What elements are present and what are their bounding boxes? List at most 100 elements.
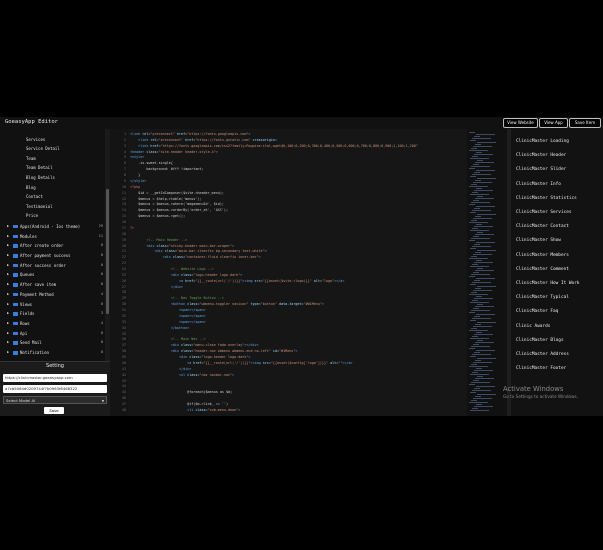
code-line[interactable]: <style> [130, 155, 144, 159]
caret-right-icon[interactable]: ▶ [7, 270, 9, 280]
code-line[interactable]: <?php [130, 185, 140, 189]
component-item[interactable]: ClinicMaster Slider [516, 167, 566, 172]
component-item[interactable]: ClinicMaster How It Work [516, 281, 579, 286]
header-button-view-app[interactable]: View App [539, 118, 568, 128]
caret-right-icon[interactable]: ▶ [7, 290, 9, 300]
component-item[interactable]: ClinicMaster Address [516, 352, 569, 357]
tree-folder[interactable]: ▶ Notification 0 [0, 348, 104, 358]
code-line[interactable]: <span></span> [130, 308, 206, 312]
caret-right-icon[interactable]: ▶ [7, 329, 9, 339]
tree-folder[interactable]: ▶ Fields 3 [0, 309, 104, 319]
code-line[interactable]: <link rel="preconnect" href="https://fon… [130, 138, 277, 142]
component-item[interactable]: ClinicMaster Info [516, 182, 561, 187]
caret-right-icon[interactable]: ▶ [7, 348, 9, 358]
code-line[interactable]: $menus = $menus->where('megamenuId', $id… [130, 202, 224, 206]
code-line[interactable]: </style> [130, 179, 146, 183]
component-item[interactable]: ClinicMaster Faq [516, 309, 558, 314]
caret-right-icon[interactable]: ▶ [7, 261, 9, 271]
caret-right-icon[interactable]: ▶ [7, 338, 9, 348]
tree-folder[interactable]: ▶ After success order 0 [0, 261, 104, 271]
component-item[interactable]: ClinicMaster Blogs [516, 338, 564, 343]
code-line[interactable]: <div class="header-nav wbmenu wbmenu-end… [130, 349, 298, 353]
code-line[interactable]: <div class="sticky-header main-bar-wrape… [130, 244, 234, 248]
code-line[interactable]: <!-- Nav Toggle Button --> [130, 296, 224, 300]
scrollbar-thumb[interactable] [106, 189, 109, 314]
code-line[interactable]: <ul class="nav navbar-nav"> [130, 373, 234, 377]
code-line[interactable]: <div class="container-fluid clearfix inn… [130, 255, 261, 259]
code-line[interactable]: <!-- Main Nav --> [130, 337, 206, 341]
component-item[interactable]: ClinicMaster Contact [516, 224, 569, 229]
tree-item[interactable]: Testimonial [0, 202, 104, 212]
component-item[interactable]: ClinicMaster Show [516, 238, 561, 243]
caret-right-icon[interactable]: ▶ [7, 319, 9, 329]
caret-right-icon[interactable]: ▶ [7, 280, 9, 290]
tree-folder[interactable]: ▶ Modules 11 [0, 232, 104, 242]
code-line[interactable]: </div> [130, 285, 183, 289]
component-item[interactable]: ClinicMaster Comment [516, 267, 569, 272]
header-button-view-website[interactable]: View Website [503, 118, 538, 128]
component-item[interactable]: ClinicMaster Members [516, 253, 569, 258]
tree-folder[interactable]: ▶ Apps(Android - Ios theme) 29 [0, 222, 104, 232]
code-line[interactable]: .is-sweet-single{ [130, 161, 173, 165]
settings-save-button[interactable]: Save [44, 407, 64, 414]
site-url-input[interactable]: https://clinicmaster.goeasyapp.com [3, 374, 107, 382]
code-editor[interactable]: 1 2 3 4 5 6 7 8 9 10 11 12 13 14 15 16 17 18 19 20 21 22 23 24 2… [110, 129, 467, 416]
caret-right-icon[interactable]: ▶ [7, 241, 9, 251]
code-line[interactable]: <div class="logo-header logo-dark"> [130, 273, 242, 277]
caret-right-icon[interactable]: ▶ [7, 300, 9, 310]
caret-right-icon[interactable]: ▶ [7, 232, 9, 242]
code-line[interactable]: <!-- Website Logo --> [130, 267, 214, 271]
code-line[interactable]: <div class="main-bar clearfix bg-seconda… [130, 249, 266, 253]
component-item[interactable]: Clinic Awards [516, 324, 550, 329]
caret-right-icon[interactable]: ▶ [7, 251, 9, 261]
tree-item[interactable]: Team Detail [0, 163, 104, 173]
code-line[interactable]: <a href="{{__route(url('/'))}}"><img src… [130, 361, 352, 365]
code-line[interactable]: background: #fff !important; [130, 167, 203, 171]
code-line[interactable]: <span></span> [130, 320, 206, 324]
tree-folder[interactable]: ▶ Send Mail 0 [0, 338, 104, 348]
tree-folder[interactable]: ▶ Rows 4 [0, 319, 104, 329]
code-line[interactable]: <a href="{{__route(url('/'))}}"><img src… [130, 279, 344, 283]
model-select[interactable]: Select Model AI ▼ [3, 396, 107, 404]
caret-right-icon[interactable]: ▶ [7, 222, 9, 232]
tree-item[interactable]: Services [0, 135, 104, 145]
code-line[interactable]: $menus = $menus->orderBy('order_at', 'AS… [130, 208, 228, 212]
code-line[interactable]: <link rel="preconnect" href="https://fon… [130, 132, 250, 136]
code-line[interactable]: <button class="wbmenu-toggler navicon" t… [130, 302, 324, 306]
code-line[interactable]: ?> [130, 226, 134, 230]
tree-item[interactable]: Service Detail [0, 144, 104, 154]
tree-item[interactable]: Team [0, 154, 104, 164]
code-line[interactable]: <span></span> [130, 314, 206, 318]
code-line[interactable]: <link href="https://fonts.googleapis.com… [130, 144, 418, 148]
component-item[interactable]: ClinicMaster Header [516, 153, 566, 158]
code-line[interactable]: </button> [130, 326, 189, 330]
tree-item[interactable]: Blog Details [0, 173, 104, 183]
code-line[interactable]: @foreach($menus as $m) [130, 390, 232, 394]
tree-folder[interactable]: ▶ Views 0 [0, 300, 104, 310]
component-item[interactable]: ClinicMaster Loading [516, 139, 569, 144]
tree-folder[interactable]: ▶ After create order 0 [0, 241, 104, 251]
code-line[interactable]: $id = __getIdComposer($site->header_menu… [130, 191, 224, 195]
component-item[interactable]: ClinicMaster Footer [516, 366, 566, 371]
code-line[interactable]: <li class="sub-menu-down"> [130, 408, 240, 412]
tree-item[interactable]: Blog [0, 183, 104, 193]
tree-folder[interactable]: ▶ Api 0 [0, 329, 104, 339]
code-line[interactable]: $menus = $help->table('menus'); [130, 197, 201, 201]
code-line[interactable]: <!-- Main Header --> [130, 238, 187, 242]
tree-item[interactable]: Contact [0, 192, 104, 202]
code-line[interactable]: <div class="menu-close fade-overlay"></d… [130, 343, 259, 347]
code-line[interactable]: $menus = $menus->get(); [130, 214, 185, 218]
code-line[interactable]: } [130, 173, 140, 177]
code-line[interactable]: <header class="site-header header-style-… [130, 150, 218, 154]
tree-folder[interactable]: ▶ After save item 0 [0, 280, 104, 290]
tree-folder[interactable]: ▶ After payment success 0 [0, 251, 104, 261]
component-item[interactable]: ClinicMaster Services [516, 210, 572, 215]
component-item[interactable]: ClinicMaster Statistics [516, 196, 577, 201]
caret-right-icon[interactable]: ▶ [7, 309, 9, 319]
api-key-input[interactable]: a7cb5064d0209744f7b0963f6468322 [3, 385, 107, 393]
tree-item[interactable]: Price [0, 211, 104, 221]
code-line[interactable]: </div> [130, 367, 191, 371]
code-line[interactable]: @if($m->link_ == '') [130, 402, 228, 406]
tree-folder[interactable]: ▶ Payment Method 4 [0, 290, 104, 300]
code-minimap[interactable] [467, 129, 507, 416]
